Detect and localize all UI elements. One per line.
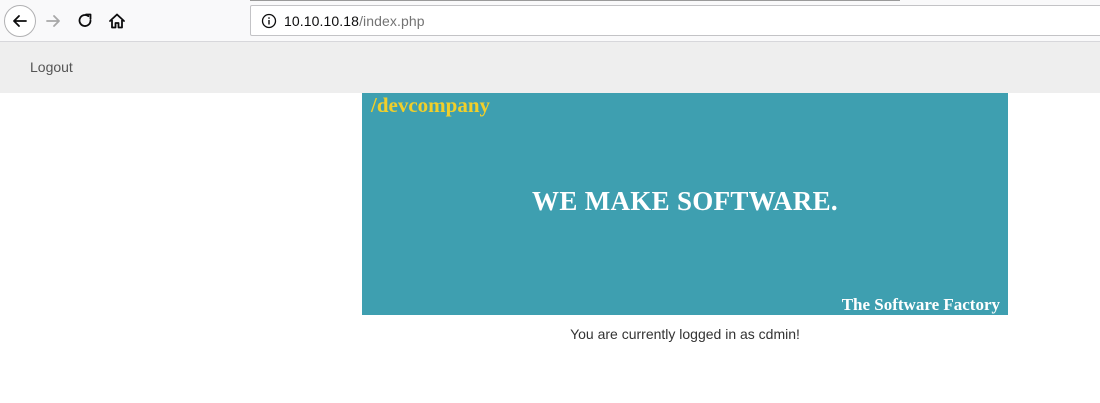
home-button[interactable] (102, 6, 132, 36)
info-icon[interactable] (260, 12, 278, 30)
brand-logo-text: /devcompany (371, 93, 491, 117)
url-host: 10.10.10.18 (284, 12, 360, 29)
arrow-left-icon (13, 15, 27, 27)
forward-button[interactable] (38, 6, 68, 36)
url-bar[interactable]: 10.10.10.18/index.php (250, 5, 1100, 36)
hero-banner: /devcompany WE MAKE SOFTWARE. The Softwa… (362, 93, 1008, 315)
back-button[interactable] (4, 5, 36, 37)
browser-toolbar: 10.10.10.18/index.php (0, 0, 1100, 42)
arrow-right-icon (46, 15, 60, 27)
logout-link[interactable]: Logout (30, 59, 73, 75)
url-text[interactable]: 10.10.10.18/index.php (284, 13, 425, 29)
home-icon (109, 13, 125, 29)
banner-headline: WE MAKE SOFTWARE. (532, 186, 838, 216)
reload-icon (78, 13, 92, 27)
reload-button[interactable] (70, 6, 100, 36)
site-navbar: Logout (0, 42, 1100, 93)
urlbar-divider (250, 0, 900, 3)
banner-tagline: The Software Factory (841, 295, 1000, 314)
url-path: /index.php (359, 12, 425, 29)
login-status-message: You are currently logged in as cdmin! (570, 326, 800, 342)
